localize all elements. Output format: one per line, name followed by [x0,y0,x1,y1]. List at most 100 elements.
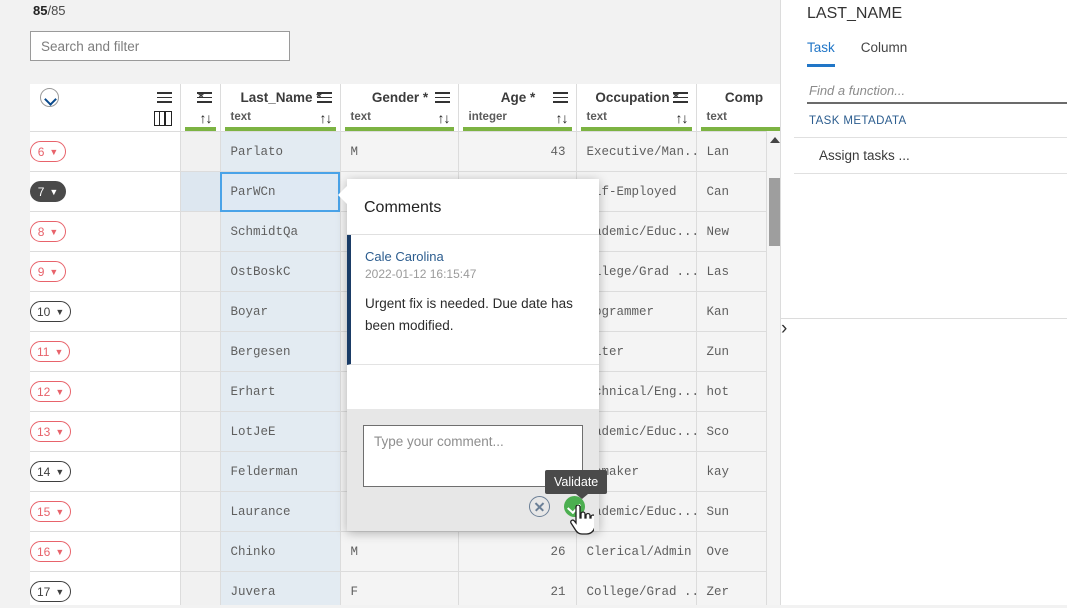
chevron-down-icon[interactable]: ▼ [55,427,64,437]
search-input[interactable] [30,31,290,61]
row-badge[interactable]: 6 ▼ [30,141,66,162]
cell-last-name[interactable]: Boyar [220,291,341,332]
cell-age[interactable]: 21 [458,571,577,605]
cell-age[interactable]: 43 [458,131,577,172]
grid-vertical-scrollbar[interactable] [766,131,780,605]
row-badge[interactable]: 9 ▼ [30,261,66,282]
row-badge[interactable]: 17 ▼ [30,581,72,602]
cell-age[interactable]: 26 [458,531,577,572]
cell-last-name[interactable]: Laurance [220,491,341,532]
chevron-down-icon[interactable]: ▼ [55,387,64,397]
validate-comment-button[interactable] [564,496,585,517]
quality-bar-last-name [224,127,336,131]
row-flag-cell[interactable] [180,171,221,212]
cell-last-name[interactable]: LotJeE [220,411,341,452]
menu-icon-index[interactable] [156,92,172,103]
chevron-down-icon[interactable]: ▼ [49,227,58,237]
table-row[interactable]: 17 ▼ Juvera F 21 College/Grad ... Zer [30,571,780,605]
cell-last-name[interactable]: OstBoskC [220,251,341,292]
sort-icon-occupation[interactable]: ↑↓ [676,111,689,125]
validate-tooltip: Validate [545,470,608,499]
cell-last-name[interactable]: Chinko [220,531,341,572]
cell-last-name[interactable]: Erhart [220,371,341,412]
menu-icon-occupation[interactable] [672,92,688,103]
cell-last-name[interactable]: SchmidtQa [220,211,341,252]
comments-list: Cale Carolina 2022-01-12 16:15:47 Urgent… [347,234,599,409]
comment-item: Cale Carolina 2022-01-12 16:15:47 Urgent… [347,235,599,365]
cell-last-name-value: Juvera [230,584,276,599]
tab-column[interactable]: Column [861,40,908,67]
row-flag-cell[interactable] [180,451,221,492]
cell-occupation[interactable]: Clerical/Admin [576,531,697,572]
header-cell-company: Comp text [696,84,780,132]
cell-last-name[interactable]: Juvera [220,571,341,605]
chevron-down-icon[interactable]: ▼ [49,187,58,197]
row-badge[interactable]: 16 ▼ [30,541,72,562]
chevron-down-icon[interactable]: ▼ [55,307,64,317]
row-flag-cell[interactable] [180,211,221,252]
chevron-down-icon[interactable]: ▼ [55,547,64,557]
chevron-down-icon[interactable]: ▼ [54,347,63,357]
row-flag-cell[interactable] [180,371,221,412]
sort-icon-gender[interactable]: ↑↓ [438,111,451,125]
table-row[interactable]: 6 ▼ Parlato M 43 Executive/Man... Lan [30,131,780,172]
menu-icon-gender[interactable] [434,92,450,103]
cell-occupation[interactable]: Executive/Man... [576,131,697,172]
chevron-down-icon[interactable]: ▼ [55,587,64,597]
scrollbar-thumb[interactable] [769,178,780,246]
row-badge[interactable]: 11 ▼ [30,341,71,362]
cell-gender[interactable]: M [340,131,459,172]
cell-gender[interactable]: F [340,571,459,605]
record-count-current: 85 [33,3,48,18]
menu-icon-age[interactable] [552,92,568,103]
chevron-down-icon[interactable]: ▼ [55,507,64,517]
chevron-down-icon[interactable]: ▼ [49,267,58,277]
row-flag-cell[interactable] [180,291,221,332]
header-type-company: text [706,111,727,123]
row-badge[interactable]: 14 ▼ [30,461,72,482]
sort-icon-age[interactable]: ↑↓ [556,111,569,125]
columns-icon[interactable] [153,111,172,126]
chevron-down-icon[interactable]: ▼ [49,147,58,157]
row-flag-cell[interactable] [180,571,221,605]
cell-last-name[interactable]: Bergesen [220,331,341,372]
chevron-down-icon[interactable]: ▼ [55,467,64,477]
sort-icon-star[interactable]: ↑↓ [200,111,213,125]
sort-icon-last-name[interactable]: ↑↓ [320,111,333,125]
expand-all-chevron-icon[interactable] [40,88,59,107]
row-badge[interactable]: 7 ▼ [30,181,66,202]
tab-task[interactable]: Task [807,40,835,67]
cell-age-value: 43 [550,144,566,159]
assign-tasks-row[interactable]: Assign tasks ... [794,137,1067,174]
cell-last-name-value: OstBoskC [230,264,291,279]
find-function-input[interactable] [807,78,1067,104]
menu-icon-last-name[interactable] [316,92,332,103]
table-row[interactable]: 16 ▼ Chinko M 26 Clerical/Admin Ove [30,531,780,572]
cell-last-name[interactable]: Parlato [220,131,341,172]
cell-occupation[interactable]: College/Grad ... [576,571,697,605]
row-flag-cell[interactable] [180,491,221,532]
row-flag-cell[interactable] [180,131,221,172]
header-cell-star: * ↑↓ [180,84,221,132]
scroll-up-arrow-icon[interactable] [770,137,780,143]
row-flag-cell[interactable] [180,531,221,572]
cell-last-name[interactable]: ParWCn [220,171,341,212]
row-index-cell: 7 ▼ [30,171,181,212]
cell-occupation-value: College/Grad ... [586,584,696,599]
cell-gender[interactable]: M [340,531,459,572]
menu-icon-star[interactable] [196,92,212,103]
right-panel: LAST_NAME Task Column TASK METADATA Assi… [780,0,1067,605]
header-cell-age: Age * integer ↑↓ [458,84,577,132]
cancel-comment-button[interactable] [529,496,550,517]
row-flag-cell[interactable] [180,411,221,452]
panel-collapse-chevron-icon[interactable]: › [781,318,787,340]
row-flag-cell[interactable] [180,251,221,292]
cell-last-name[interactable]: Felderman [220,451,341,492]
row-index-cell: 17 ▼ [30,571,181,605]
row-badge[interactable]: 13 ▼ [30,421,72,442]
row-badge[interactable]: 12 ▼ [30,381,72,402]
row-badge[interactable]: 8 ▼ [30,221,66,242]
row-badge[interactable]: 15 ▼ [30,501,72,522]
row-flag-cell[interactable] [180,331,221,372]
row-badge[interactable]: 10 ▼ [30,301,72,322]
